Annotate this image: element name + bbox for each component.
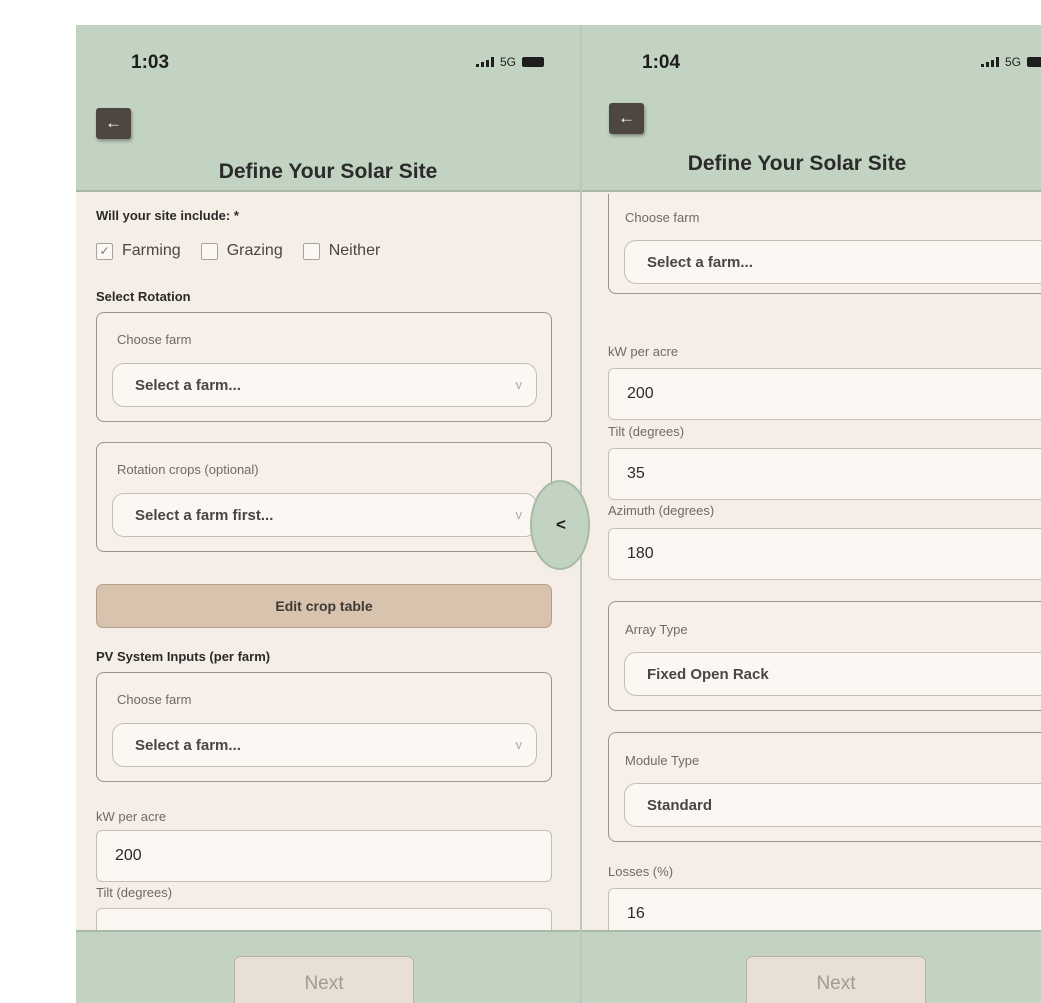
left-phone-screen: 1:03 5G ← Define Your Solar Site Will yo… (76, 25, 580, 1003)
chevron-down-icon: v (515, 737, 523, 752)
farming-label: Farming (122, 242, 181, 259)
network-label: 5G (499, 55, 516, 69)
rotation-crops-label: Rotation crops (optional) (117, 462, 259, 477)
select-value: Select a farm... (135, 737, 241, 754)
pv-farm-select[interactable]: Select a farm... v (112, 723, 537, 767)
choose-farm-label: Choose farm (117, 692, 192, 707)
select-value: Standard (647, 797, 713, 814)
losses-label: Losses (%) (608, 864, 674, 879)
page-title: Define Your Solar Site (218, 160, 438, 183)
rotation-crops-select[interactable]: Select a farm first... v (112, 493, 537, 537)
back-button[interactable]: ← (609, 103, 644, 134)
signal-icon (980, 57, 999, 67)
grazing-label: Grazing (226, 242, 283, 259)
battery-icon (522, 57, 544, 67)
right-phone-screen: 1:04 5G ← Define Your Solar Site Choose … (580, 25, 1041, 1003)
module-type-select[interactable]: Standard v (624, 783, 1041, 827)
form-content: Will your site include: * ✓ Farming Graz… (76, 194, 580, 930)
tilt-input[interactable]: 35 (608, 448, 1041, 500)
select-value: Select a farm first... (135, 507, 274, 524)
tilt-label: Tilt (degrees) (96, 885, 173, 900)
network-label: 5G (1004, 55, 1021, 69)
select-rotation-label: Select Rotation (96, 289, 191, 304)
losses-value: 16 (627, 905, 645, 922)
farming-checkbox[interactable]: ✓ (96, 242, 113, 260)
neither-label: Neither (328, 242, 381, 259)
status-icons: 5G (980, 55, 1041, 69)
site-include-label: Will your site include: * (96, 208, 239, 223)
chevron-down-icon: v (515, 507, 523, 522)
chevron-down-icon: v (515, 377, 523, 392)
edit-crop-table-button[interactable]: Edit crop table (96, 584, 552, 628)
kw-per-acre-input[interactable]: 200 (96, 830, 552, 882)
select-value: Select a farm... (135, 377, 241, 394)
form-content: Choose farm Select a farm... v kW per ac… (582, 194, 1041, 930)
array-type-card: Array Type Fixed Open Rack v (608, 601, 1041, 711)
next-button[interactable]: Next (234, 956, 414, 1003)
pv-farm-card: Choose farm Select a farm... v (608, 194, 1041, 294)
tilt-input[interactable] (96, 908, 552, 930)
azimuth-input[interactable]: 180 (608, 528, 1041, 580)
pv-inputs-label: PV System Inputs (per farm) (96, 649, 271, 664)
kw-per-acre-input[interactable]: 200 (608, 368, 1041, 420)
back-button[interactable]: ← (96, 108, 131, 139)
pv-farm-select[interactable]: Select a farm... v (624, 240, 1041, 284)
rotation-farm-select[interactable]: Select a farm... v (112, 363, 537, 407)
status-time: 1:04 (642, 52, 681, 73)
footer-bar: Next (582, 930, 1041, 1003)
kw-per-acre-value: 200 (627, 385, 654, 402)
select-value: Fixed Open Rack (647, 666, 769, 683)
kw-per-acre-label: kW per acre (96, 809, 167, 824)
chevron-left-icon[interactable]: < (556, 515, 566, 535)
select-value: Select a farm... (647, 254, 753, 271)
next-button[interactable]: Next (746, 956, 926, 1003)
site-include-options: ✓ Farming Grazing Neither (96, 242, 400, 260)
header-bar: 1:04 5G ← Define Your Solar Site (582, 25, 1041, 192)
battery-icon (1027, 57, 1041, 67)
module-type-label: Module Type (625, 753, 700, 768)
choose-farm-label: Choose farm (625, 210, 700, 225)
kw-per-acre-label: kW per acre (608, 344, 679, 359)
tilt-label: Tilt (degrees) (608, 424, 685, 439)
azimuth-label: Azimuth (degrees) (608, 503, 715, 518)
footer-bar: Next (76, 930, 580, 1003)
header-bar: 1:03 5G ← Define Your Solar Site (76, 25, 580, 192)
choose-farm-label: Choose farm (117, 332, 192, 347)
module-type-card: Module Type Standard v (608, 732, 1041, 842)
tilt-value: 35 (627, 465, 645, 482)
losses-input[interactable]: 16 (608, 888, 1041, 930)
rotation-farm-card: Choose farm Select a farm... v (96, 312, 552, 422)
pv-farm-card: Choose farm Select a farm... v (96, 672, 552, 782)
status-time: 1:03 (131, 52, 170, 73)
kw-per-acre-value: 200 (115, 847, 142, 864)
signal-icon (475, 57, 494, 67)
rotation-crops-card: Rotation crops (optional) Select a farm … (96, 442, 552, 552)
page-title: Define Your Solar Site (687, 152, 907, 175)
neither-checkbox[interactable] (302, 242, 320, 260)
grazing-checkbox[interactable] (200, 242, 218, 260)
array-type-label: Array Type (625, 622, 688, 637)
array-type-select[interactable]: Fixed Open Rack v (624, 652, 1041, 696)
azimuth-value: 180 (627, 545, 654, 562)
status-icons: 5G (475, 55, 544, 69)
